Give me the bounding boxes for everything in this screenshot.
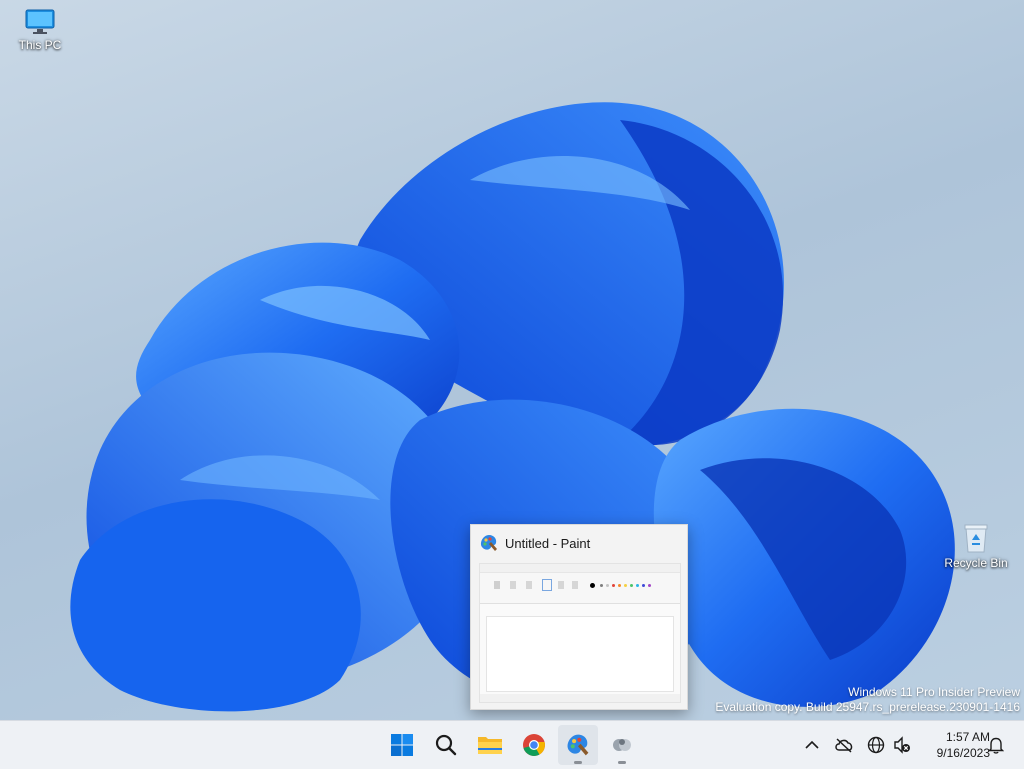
thumb-tool: [494, 581, 500, 589]
thumb-statusbar: [480, 694, 680, 702]
color-swatch: [636, 584, 639, 587]
desktop-icon-label: Recycle Bin: [944, 556, 1008, 570]
preview-title: Untitled - Paint: [505, 535, 591, 551]
notifications-bell-icon: [988, 737, 1004, 754]
color-swatch: [612, 584, 615, 587]
thumb-tool: [510, 581, 516, 589]
preview-header: Untitled - Paint: [471, 525, 687, 561]
taskbar: 1:57 AM 9/16/2023: [0, 720, 1024, 769]
onedrive-tray[interactable]: [832, 733, 856, 757]
system-clock[interactable]: 1:57 AM 9/16/2023: [918, 729, 990, 761]
watermark-line-2: Evaluation copy. Build 25947.rs_prerelea…: [715, 700, 1020, 714]
network-globe-icon: [867, 736, 885, 754]
thumb-ribbon: [480, 573, 680, 604]
color-swatch: [600, 584, 603, 587]
color-swatch: [618, 584, 621, 587]
volume-muted-icon: [894, 736, 910, 754]
color-swatch: [630, 584, 633, 587]
thumb-tool: [572, 581, 578, 589]
show-hidden-icons-button[interactable]: [800, 733, 824, 757]
thumb-titlebar: [480, 564, 680, 573]
running-indicator: [618, 761, 626, 764]
volume-tray[interactable]: [890, 733, 914, 757]
file-explorer-button[interactable]: [470, 725, 510, 765]
evaluation-watermark: Windows 11 Pro Insider Preview Evaluatio…: [715, 685, 1020, 715]
recycle-bin-icon: [964, 524, 988, 553]
onedrive-offline-icon: [835, 738, 853, 753]
thumb-tool-selected: [542, 579, 552, 591]
windows-logo-icon: [391, 734, 413, 756]
preview-thumbnail: [479, 563, 681, 703]
paint-window-preview[interactable]: Untitled - Paint: [470, 524, 688, 710]
paint-taskbar-button[interactable]: [558, 725, 598, 765]
color-swatch: [624, 584, 627, 587]
search-button[interactable]: [426, 725, 466, 765]
notifications-button[interactable]: [984, 733, 1008, 757]
running-indicator: [574, 761, 582, 764]
app-taskbar-button[interactable]: [602, 725, 642, 765]
network-tray[interactable]: [864, 733, 888, 757]
monitor-icon: [25, 9, 55, 34]
color-swatch: [642, 584, 645, 587]
clock-time: 1:57 AM: [945, 730, 990, 744]
thumb-tool: [558, 581, 564, 589]
chevron-up-icon: [805, 740, 819, 749]
start-button[interactable]: [382, 725, 422, 765]
desktop-icon-label: This PC: [18, 38, 62, 52]
color-swatch: [648, 584, 651, 587]
app-icon: [613, 739, 631, 751]
search-icon: [435, 734, 457, 756]
folder-icon: [478, 737, 502, 754]
paint-icon: [480, 535, 497, 551]
clock-date: 9/16/2023: [936, 746, 990, 760]
color-swatch: [590, 583, 595, 588]
thumb-tool: [526, 581, 532, 589]
watermark-line-1: Windows 11 Pro Insider Preview: [848, 685, 1020, 699]
desktop-icon-recycle-bin[interactable]: Recycle Bin: [936, 522, 1016, 570]
paint-icon: [567, 734, 589, 756]
chrome-button[interactable]: [514, 725, 554, 765]
desktop-icon-this-pc[interactable]: This PC: [0, 8, 80, 52]
color-swatch: [606, 584, 609, 587]
thumb-canvas: [486, 616, 674, 692]
chrome-icon: [523, 734, 545, 756]
